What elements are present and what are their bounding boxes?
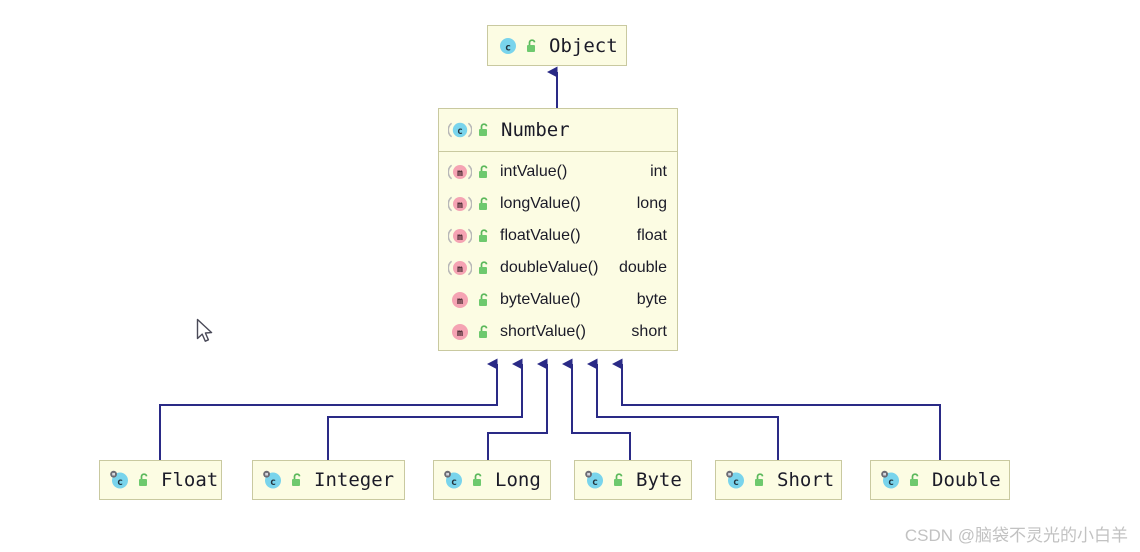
edge-float-number [159,358,498,462]
abstract-method-icon: m [448,194,472,214]
public-lock-icon [477,228,491,244]
final-class-icon: c [442,470,466,490]
public-lock-icon [908,472,922,488]
public-lock-icon [612,472,626,488]
class-node-short-header: c Short [716,461,841,499]
member-name: floatValue() [500,227,581,244]
class-node-integer-label: Integer [314,469,395,491]
class-node-byte-label: Byte [636,469,682,491]
svg-text:m: m [457,232,463,243]
public-lock-icon [477,164,491,180]
method-icon: m [448,322,472,342]
member-name: intValue() [500,163,568,180]
public-lock-icon [477,324,491,340]
svg-text:m: m [457,328,463,339]
class-node-object-header: c Object [488,26,626,65]
class-node-short[interactable]: c Short [715,460,842,500]
public-lock-icon [525,38,539,54]
svg-text:m: m [457,168,463,179]
class-node-long-header: c Long [434,461,550,499]
member-name: byteValue() [500,291,581,308]
final-class-icon: c [261,470,285,490]
public-lock-icon [137,472,151,488]
member-type: byte [636,291,667,308]
member-name: doubleValue() [500,259,599,276]
class-node-double[interactable]: c Double [870,460,1010,500]
edge-byte-number [562,358,631,462]
final-class-icon: c [108,470,132,490]
abstract-class-icon: c [448,120,472,140]
class-node-number-label: Number [501,119,570,141]
svg-text:c: c [117,477,123,488]
svg-text:m: m [457,296,463,307]
final-class-icon: c [583,470,607,490]
member-type: short [631,323,667,340]
member-name: longValue() [500,195,581,212]
member-row[interactable]: m floatValue() float [439,220,677,252]
member-row[interactable]: m shortValue() short [439,316,677,348]
class-node-integer[interactable]: c Integer [252,460,405,500]
class-node-byte-header: c Byte [575,461,691,499]
svg-text:c: c [888,477,894,488]
svg-text:c: c [592,477,598,488]
public-lock-icon [477,122,491,138]
member-row[interactable]: m intValue() int [439,156,677,188]
member-row[interactable]: m longValue() long [439,188,677,220]
abstract-method-icon: m [448,226,472,246]
member-name: shortValue() [500,323,586,340]
public-lock-icon [477,260,491,276]
member-list: m intValue() int m longValue() long m fl… [439,152,677,352]
final-class-icon: c [879,470,903,490]
public-lock-icon [471,472,485,488]
svg-text:c: c [451,477,457,488]
public-lock-icon [753,472,767,488]
member-type: double [618,259,667,276]
class-node-float[interactable]: c Float [99,460,222,500]
abstract-method-icon: m [448,162,472,182]
public-lock-icon [477,292,491,308]
member-type: long [636,195,667,212]
svg-text:c: c [270,477,276,488]
class-node-byte[interactable]: c Byte [574,460,692,500]
class-node-object[interactable]: c Object [487,25,627,66]
class-icon: c [496,36,520,56]
class-node-long[interactable]: c Long [433,460,551,500]
edge-integer-number [327,358,523,462]
svg-text:m: m [457,264,463,275]
class-node-short-label: Short [777,469,835,491]
public-lock-icon [290,472,304,488]
watermark-text: CSDN @脑袋不灵光的小白羊 [904,526,1128,545]
edge-double-number [612,358,941,462]
class-node-object-label: Object [549,34,618,57]
class-node-float-label: Float [161,469,219,491]
member-type: float [636,227,667,244]
diagram-canvas: c Object c Number m intValue() int m lon… [0,0,1140,552]
public-lock-icon [477,196,491,212]
mouse-pointer-icon [196,318,216,346]
class-node-double-header: c Double [871,461,1009,499]
member-row[interactable]: m byteValue() byte [439,284,677,316]
member-type: int [650,163,667,180]
class-node-long-label: Long [495,469,541,491]
svg-text:m: m [457,200,463,211]
edge-short-number [587,358,779,462]
abstract-method-icon: m [448,258,472,278]
svg-text:c: c [733,477,739,488]
edge-long-number [487,358,548,462]
class-node-double-label: Double [932,469,1001,491]
class-node-integer-header: c Integer [253,461,404,499]
class-node-float-header: c Float [100,461,221,499]
final-class-icon: c [724,470,748,490]
class-node-number-header: c Number [439,109,677,152]
svg-text:c: c [457,126,463,137]
method-icon: m [448,290,472,310]
member-row[interactable]: m doubleValue() double [439,252,677,284]
class-node-number[interactable]: c Number m intValue() int m longValue() … [438,108,678,351]
svg-text:c: c [505,42,511,53]
